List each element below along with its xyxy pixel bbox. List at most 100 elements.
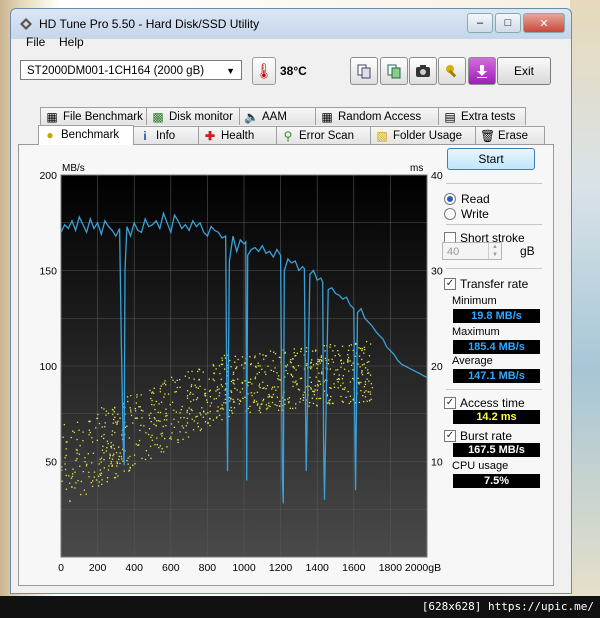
access-time-point	[88, 420, 90, 422]
access-time-point	[235, 367, 237, 369]
access-time-point	[76, 438, 78, 441]
access-time-point	[233, 379, 235, 382]
access-time-point	[65, 441, 67, 443]
access-time-point	[64, 457, 66, 459]
access-time-point	[173, 409, 175, 411]
access-time-point	[149, 389, 151, 392]
access-time-point	[259, 387, 261, 389]
access-time-point	[297, 388, 299, 390]
access-time-point	[209, 410, 211, 413]
access-time-point	[75, 482, 77, 484]
access-time-checkbox[interactable]: ✓ Access time	[444, 396, 525, 410]
access-time-point	[221, 357, 223, 359]
access-time-point	[144, 458, 147, 461]
access-time-point	[165, 384, 167, 386]
access-time-point	[71, 475, 74, 478]
access-time-point	[64, 463, 66, 465]
access-time-point	[242, 397, 244, 399]
access-time-point	[150, 436, 152, 438]
access-time-point	[82, 440, 84, 442]
access-time-point	[159, 411, 162, 414]
access-time-point	[135, 417, 137, 419]
access-time-point	[324, 350, 326, 352]
access-time-point	[300, 377, 303, 379]
access-time-point	[267, 396, 269, 398]
write-radio[interactable]: Write	[444, 207, 489, 221]
short-stroke-input[interactable]: 40 ▲ ▼	[442, 242, 502, 260]
access-time-point	[196, 415, 198, 417]
access-time-point	[363, 386, 365, 388]
access-time-point	[148, 428, 151, 430]
access-time-point	[163, 396, 165, 398]
access-time-point	[130, 414, 133, 417]
read-radio[interactable]: Read	[444, 192, 490, 206]
access-time-point	[359, 347, 362, 350]
access-time-point	[197, 422, 199, 424]
access-time-point	[177, 439, 179, 441]
access-time-point	[180, 417, 182, 419]
access-time-point	[111, 458, 114, 460]
access-time-point	[273, 351, 275, 353]
x-tick-label: 1400	[306, 562, 330, 574]
access-time-point	[311, 350, 314, 352]
access-time-point	[335, 369, 337, 371]
access-time-point	[118, 458, 120, 461]
access-time-point	[140, 424, 142, 426]
access-time-point	[339, 355, 341, 357]
access-time-point	[234, 387, 236, 389]
access-time-point	[205, 413, 207, 415]
access-time-point	[200, 428, 202, 430]
access-time-point	[348, 370, 350, 372]
transfer-rate-checkbox[interactable]: ✓ Transfer rate	[444, 277, 528, 291]
access-time-point	[196, 397, 199, 399]
access-time-point	[191, 418, 193, 420]
start-button[interactable]: Start	[447, 148, 535, 170]
access-time-point	[258, 383, 261, 385]
access-time-point	[219, 392, 221, 394]
access-time-point	[219, 372, 221, 375]
access-time-point	[101, 449, 104, 451]
access-time-point	[103, 437, 105, 440]
access-time-point	[294, 381, 296, 384]
access-time-point	[114, 431, 116, 434]
access-time-point	[130, 411, 132, 413]
access-time-point	[305, 350, 307, 353]
access-time-point	[338, 374, 340, 376]
tab-benchmark[interactable]: ● Benchmark	[38, 125, 134, 145]
access-time-point	[135, 443, 137, 445]
access-time-point	[244, 362, 246, 364]
radio-selected-icon	[444, 193, 456, 205]
access-time-point	[113, 448, 115, 450]
spinner-arrows-icon[interactable]: ▲ ▼	[488, 243, 501, 259]
access-time-point	[103, 467, 105, 469]
access-time-point	[229, 400, 231, 402]
access-time-point	[323, 390, 326, 392]
access-time-point	[213, 372, 215, 375]
access-time-point	[221, 363, 224, 365]
access-time-point	[154, 408, 156, 411]
access-time-point	[332, 350, 334, 352]
access-time-point	[319, 362, 321, 364]
x-tick-label: 1600	[342, 562, 366, 574]
access-time-point	[175, 390, 177, 393]
y-left-tick-label: 100	[39, 361, 57, 373]
access-time-point	[77, 480, 79, 482]
access-time-point	[101, 435, 103, 437]
access-time-point	[366, 361, 368, 363]
access-time-point	[272, 360, 274, 362]
x-tick-label: 2000gB	[405, 562, 441, 574]
access-time-point	[126, 460, 128, 462]
access-time-point	[221, 359, 223, 361]
access-time-point	[295, 380, 297, 382]
burst-rate-checkbox[interactable]: ✓ Burst rate	[444, 429, 512, 443]
access-time-point	[337, 350, 339, 352]
burst-rate-label: Burst rate	[460, 429, 513, 443]
access-time-point	[123, 470, 125, 472]
access-time-point	[259, 365, 261, 367]
access-time-point	[247, 407, 249, 410]
access-time-point	[287, 398, 289, 400]
access-time-point	[270, 369, 272, 371]
access-time-point	[76, 458, 78, 460]
access-time-point	[109, 455, 111, 457]
access-time-point	[91, 485, 94, 487]
